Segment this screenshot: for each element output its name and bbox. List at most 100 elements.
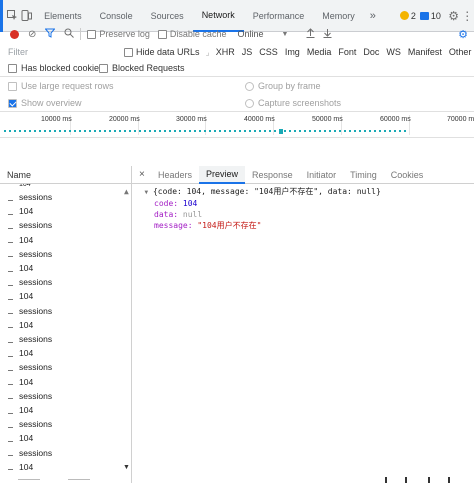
- show-overview-checkbox[interactable]: Show overview: [8, 98, 82, 108]
- group-by-frame-checkbox[interactable]: Group by frame: [245, 81, 321, 91]
- messages-badge[interactable]: 10: [419, 11, 441, 21]
- timeline-tick-label: 30000 ms: [176, 116, 207, 123]
- search-icon[interactable]: [64, 28, 75, 41]
- overview-request-mark: [54, 130, 56, 132]
- filter-input[interactable]: Filter: [8, 47, 116, 57]
- overview-request-mark: [39, 130, 41, 132]
- name-column-header[interactable]: Name: [0, 165, 132, 184]
- disable-cache-checkbox[interactable]: Disable cache: [157, 29, 226, 39]
- overview-request-mark: [379, 130, 381, 132]
- data-key: data:: [154, 210, 179, 219]
- collapse-triangle-icon[interactable]: ▲: [124, 187, 129, 196]
- table-row[interactable]: sessions: [0, 190, 131, 204]
- table-row[interactable]: 104: [0, 346, 131, 360]
- filter-type-other[interactable]: Other: [449, 47, 472, 57]
- preview-data-row: data: null: [154, 209, 202, 220]
- filter-type-font[interactable]: Font: [338, 47, 356, 57]
- overview-request-mark: [124, 130, 126, 132]
- capture-screenshots-checkbox[interactable]: Capture screenshots: [245, 98, 341, 108]
- preview-root[interactable]: ▲ ▼ {code: 104, message: "104用户不存在", dat…: [124, 186, 381, 198]
- export-har-icon[interactable]: [323, 28, 332, 40]
- document-icon: [8, 341, 13, 343]
- overview-request-mark: [19, 130, 21, 132]
- filter-type-manifest[interactable]: Manifest: [408, 47, 442, 57]
- overview-selected-mark: [279, 129, 283, 134]
- scroll-down-arrow-icon[interactable]: ▼: [123, 464, 130, 471]
- request-name: 104: [19, 184, 31, 188]
- show-overview-label: Show overview: [21, 98, 82, 108]
- table-row[interactable]: sessions: [0, 446, 131, 460]
- filter-type-ws[interactable]: WS: [386, 47, 401, 57]
- table-row[interactable]: sessions: [0, 360, 131, 374]
- detail-tab-timing[interactable]: Timing: [343, 166, 384, 184]
- overview-request-mark: [179, 130, 181, 132]
- table-row[interactable]: sessions: [0, 389, 131, 403]
- detail-tabs: Headers Preview Response Initiator Timing Coo…: [151, 165, 431, 184]
- overview-request-mark: [84, 130, 86, 132]
- filter-type-doc[interactable]: Doc: [363, 47, 379, 57]
- blocked-requests-checkbox[interactable]: Blocked Requests: [99, 63, 185, 73]
- filter-type-css[interactable]: CSS: [259, 47, 278, 57]
- close-detail-icon[interactable]: ×: [139, 169, 149, 180]
- table-row[interactable]: sessions: [0, 247, 131, 261]
- overview-request-mark: [284, 130, 286, 132]
- table-row[interactable]: 104: [0, 233, 131, 247]
- list-item[interactable]: 104: [0, 184, 131, 188]
- overview-request-mark: [259, 130, 261, 132]
- table-row[interactable]: 104: [0, 261, 131, 275]
- overview-request-mark: [349, 130, 351, 132]
- table-row[interactable]: 104: [0, 460, 131, 474]
- document-icon: [8, 298, 13, 300]
- status-bar: [0, 477, 474, 483]
- throttling-select[interactable]: Online: [237, 29, 263, 39]
- status-fragment: [428, 477, 430, 483]
- table-row[interactable]: 104: [0, 289, 131, 303]
- preserve-log-checkbox[interactable]: Preserve log: [87, 29, 150, 39]
- detail-tab-preview[interactable]: Preview: [199, 165, 246, 184]
- filter-type-xhr[interactable]: XHR: [216, 47, 235, 57]
- record-button[interactable]: [10, 29, 19, 39]
- table-row[interactable]: sessions: [0, 275, 131, 289]
- document-icon: [8, 327, 13, 329]
- table-row[interactable]: 104: [0, 431, 131, 445]
- hide-data-urls-checkbox[interactable]: Hide data URLs: [124, 47, 200, 57]
- filter-type-js[interactable]: JS: [242, 47, 253, 57]
- has-blocked-cookies-checkbox[interactable]: Has blocked cookies: [8, 63, 104, 73]
- detail-tab-headers[interactable]: Headers: [151, 166, 199, 184]
- filter-type-img[interactable]: Img: [285, 47, 300, 57]
- table-row[interactable]: sessions: [0, 332, 131, 346]
- document-icon: [8, 398, 13, 400]
- table-row[interactable]: 104: [0, 375, 131, 389]
- detail-tab-cookies[interactable]: Cookies: [384, 166, 431, 184]
- filter-type-media[interactable]: Media: [307, 47, 332, 57]
- message-icon: [419, 11, 429, 20]
- warning-icon: [399, 11, 409, 20]
- clear-icon[interactable]: ⊘: [28, 29, 36, 40]
- large-rows-checkbox[interactable]: Use large request rows: [8, 81, 114, 91]
- group-by-frame-label: Group by frame: [258, 81, 321, 91]
- overview-request-mark: [119, 130, 121, 132]
- document-icon: [8, 440, 13, 442]
- filter-icon[interactable]: [44, 28, 56, 41]
- request-name: sessions: [19, 390, 53, 401]
- overview-request-mark: [89, 130, 91, 132]
- table-row[interactable]: sessions: [0, 218, 131, 232]
- overview-request-mark: [44, 130, 46, 132]
- overview-waterfall: [4, 129, 414, 134]
- table-row[interactable]: 104: [0, 204, 131, 218]
- data-value: null: [182, 210, 203, 219]
- table-row[interactable]: 104: [0, 318, 131, 332]
- code-key: code:: [154, 199, 179, 208]
- table-row[interactable]: sessions: [0, 417, 131, 431]
- table-row[interactable]: 104: [0, 403, 131, 417]
- request-name: sessions: [19, 277, 53, 288]
- detail-tab-response[interactable]: Response: [245, 166, 300, 184]
- options-bottom-divider: [0, 111, 474, 112]
- table-row[interactable]: sessions: [0, 304, 131, 318]
- overview-request-mark: [194, 130, 196, 132]
- document-icon: [8, 455, 13, 457]
- warnings-badge[interactable]: 2: [399, 11, 416, 21]
- network-settings-gear-icon[interactable]: ⚙: [458, 28, 468, 41]
- import-har-icon[interactable]: [306, 28, 315, 40]
- detail-tab-initiator[interactable]: Initiator: [300, 166, 344, 184]
